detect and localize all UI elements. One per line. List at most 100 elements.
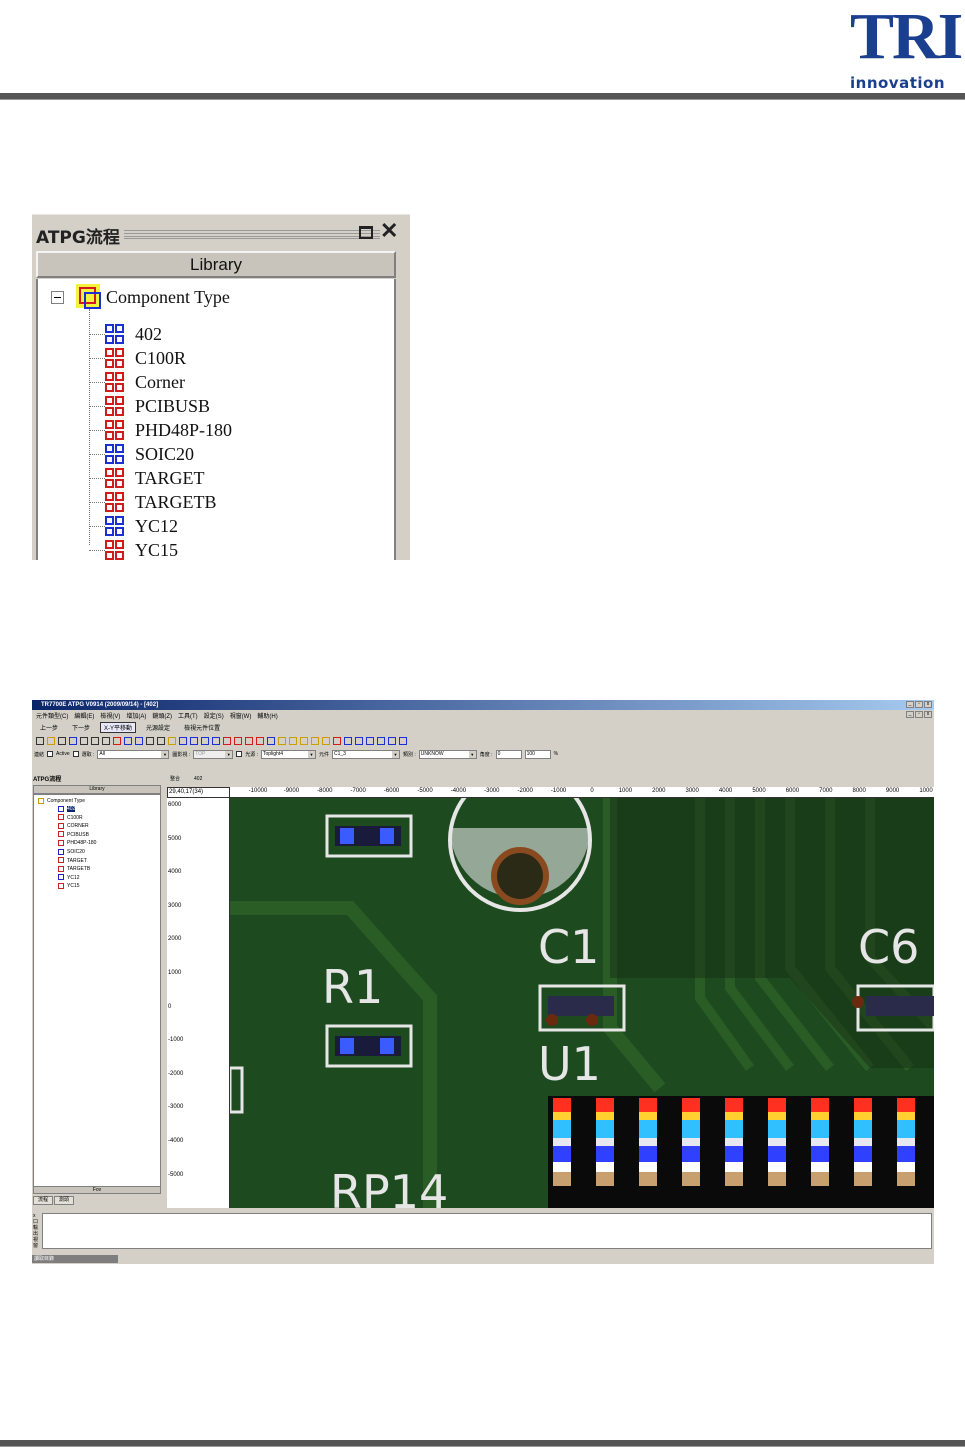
tree-item[interactable]: TARGET [58,857,87,865]
menu-item[interactable]: 輔助(H) [257,711,277,720]
tree-root-label[interactable]: Component Type [106,287,230,308]
tab-flow[interactable]: 流程 [33,1196,54,1205]
active-checkbox[interactable] [72,751,79,757]
toolbar-tool-icon[interactable] [36,736,44,745]
menu-item[interactable]: 增加(A) [126,711,146,720]
output-window[interactable] [42,1213,932,1249]
toolbar-tool-icon[interactable] [102,736,110,745]
tree-item[interactable]: C100R [58,814,83,822]
toolbar-tool-icon[interactable] [168,736,176,745]
toolbar-tool-icon[interactable] [289,736,297,745]
toolbar-tool-icon[interactable] [388,736,396,745]
toolbar-tool-icon[interactable] [223,736,231,745]
toolbar-tool-icon[interactable] [80,736,88,745]
pcb-camera-view[interactable]: C1 C6 R1 U1 RP14 [230,798,934,1208]
layer-dropdown[interactable]: TOP [193,749,234,759]
scale-input[interactable]: 100 [524,749,551,759]
view-component-position-button[interactable]: 檢視元件位置 [180,722,224,733]
toolbar-tool-icon[interactable] [245,736,253,745]
toolbar-tool-icon[interactable] [69,736,77,745]
close-icon[interactable]: x [924,701,932,708]
toolbar-tool-icon[interactable] [344,736,352,745]
component-dropdown[interactable]: C1_3 [332,749,400,759]
tree-item[interactable]: PCIBUSB [89,395,389,419]
tree-item[interactable]: YC15 [58,882,80,890]
toolbar-tool-icon[interactable] [399,736,407,745]
tab-library[interactable]: Library [36,251,396,278]
light-checkbox[interactable] [236,751,243,757]
toolbar-tool-icon[interactable] [113,736,121,745]
angle-input[interactable]: 0 [495,749,522,759]
fov-tab[interactable]: Fov [33,1186,161,1194]
menu-item[interactable]: 元件類型(C) [36,711,68,720]
menu-item[interactable]: 編輯(E) [74,711,94,720]
toolbar-tool-icon[interactable] [212,736,220,745]
toolbar-tool-icon[interactable] [333,736,341,745]
tab-library[interactable]: Library [33,785,161,794]
tree-item[interactable]: TARGETB [58,865,90,873]
tab-probe[interactable]: 測頭 [54,1196,75,1205]
menu-item[interactable]: 視窗(W) [230,711,252,720]
select-dropdown[interactable]: All [97,749,170,759]
tree-item[interactable]: C100R [89,347,389,371]
minimize-icon[interactable]: _ [906,711,914,718]
toolbar-tool-icon[interactable] [311,736,319,745]
toolbar-tool-icon[interactable] [179,736,187,745]
tree-item[interactable]: SOIC20 [58,848,85,856]
toolbar-tool-icon[interactable] [256,736,264,745]
collapse-toggle-icon[interactable] [51,291,64,304]
toolbar-tool-icon[interactable] [201,736,209,745]
next-step-button[interactable]: 下一步 [68,722,94,733]
tree-item[interactable]: TARGETB [89,491,389,515]
toolbar-tool-icon[interactable] [47,736,55,745]
light-dropdown[interactable]: Toplight4 [260,749,316,759]
toolbar-tool-icon[interactable] [278,736,286,745]
tab-402[interactable]: 402 [191,776,205,782]
tree-item[interactable]: PHD48P-180 [89,419,389,443]
maximize-icon[interactable] [359,226,373,239]
tree-root[interactable]: Component Type [38,797,85,805]
toolbar-tool-icon[interactable] [366,736,374,745]
light-settings-button[interactable]: 光源設定 [142,722,174,733]
tree-item[interactable]: PCIBUSB [58,831,89,839]
toolbar-tool-icon[interactable] [157,736,165,745]
toolbar-tool-icon[interactable] [58,736,66,745]
menu-item[interactable]: 鏡頭(Z) [152,711,172,720]
close-icon[interactable]: ✕ [380,220,398,242]
tab-merge[interactable]: 整合 [167,775,183,782]
tree-item[interactable]: 402 [89,323,389,347]
toolbar-tool-icon[interactable] [234,736,242,745]
toolbar-tool-icon[interactable] [355,736,363,745]
tree-item[interactable]: YC12 [89,515,389,539]
tree-item[interactable]: PHD48P-180 [58,839,96,847]
type-dropdown[interactable]: UNKNOW [418,749,477,759]
tree-item[interactable]: CORNER [58,822,89,830]
minimize-icon[interactable]: _ [906,701,914,708]
menu-item[interactable]: 設定(S) [204,711,224,720]
tree-item[interactable]: SOIC20 [89,443,389,467]
toolbar-tool-icon[interactable] [267,736,275,745]
toolbar-tool-icon[interactable] [135,736,143,745]
xy-pan-button[interactable]: X-Y平移動 [100,722,137,733]
tri-logo: TRI innovation [850,4,963,93]
connect-checkbox[interactable] [47,751,54,757]
tree-item[interactable]: YC15 [89,539,389,560]
tree-item[interactable]: Corner [89,371,389,395]
toolbar-tool-icon[interactable] [190,736,198,745]
tree-item[interactable]: 402 [58,805,76,813]
toolbar-tool-icon[interactable] [124,736,132,745]
panel-drag-grip[interactable] [124,230,380,239]
restore-icon[interactable]: ▫ [915,701,923,708]
restore-icon[interactable]: ▫ [915,711,923,718]
toolbar-tool-icon[interactable] [300,736,308,745]
toolbar-tool-icon[interactable] [146,736,154,745]
tree-item[interactable]: YC12 [58,874,80,882]
menu-item[interactable]: 檢視(V) [100,711,120,720]
menu-item[interactable]: 工具(T) [178,711,198,720]
tree-item[interactable]: TARGET [89,467,389,491]
toolbar-tool-icon[interactable] [322,736,330,745]
toolbar-tool-icon[interactable] [377,736,385,745]
close-icon[interactable]: x [924,711,932,718]
toolbar-tool-icon[interactable] [91,736,99,745]
prev-step-button[interactable]: 上一步 [36,722,62,733]
